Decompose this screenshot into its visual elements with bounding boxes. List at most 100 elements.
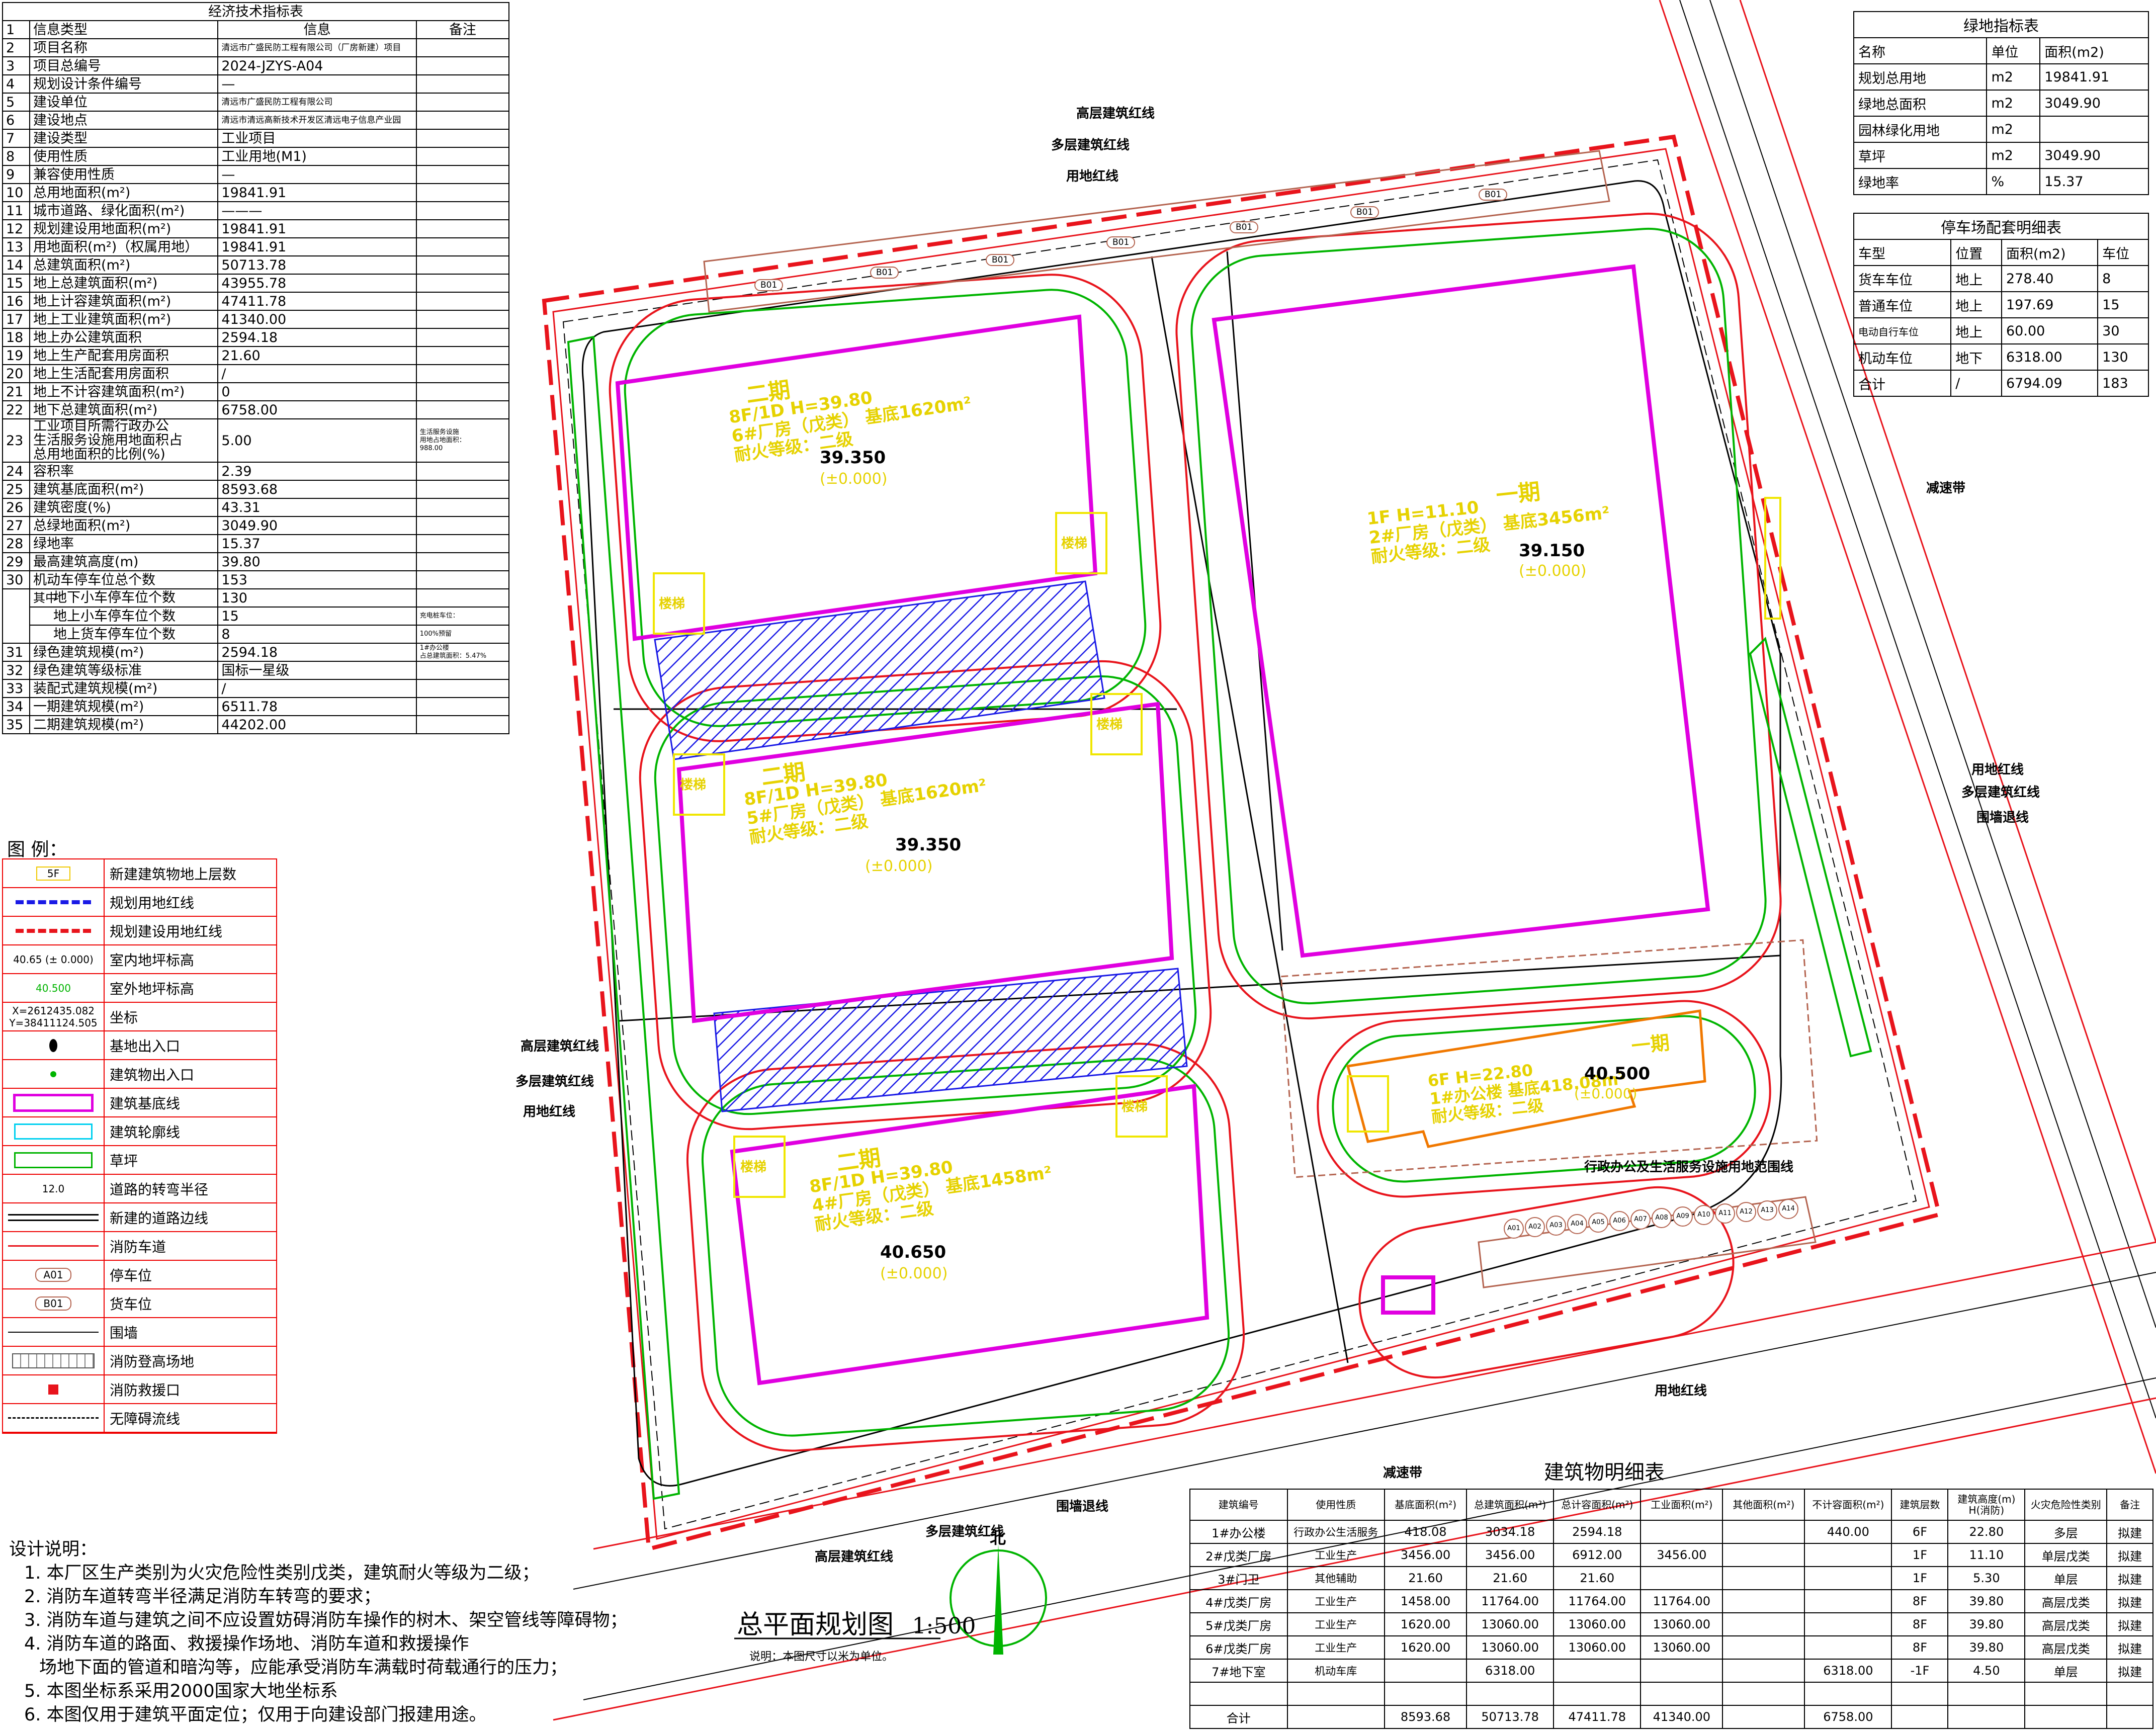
econ-note-23-line: 生活服务设施 [419, 428, 459, 436]
econ-num: 18 [2, 328, 31, 347]
buildings-cell [1286, 1682, 1386, 1706]
buildings-cell: 4#戊类厂房 [1189, 1589, 1288, 1613]
econ-value: 43.31 [217, 498, 417, 517]
car-spot: A14 [1778, 1199, 1798, 1219]
parking-cell: 183 [2097, 370, 2149, 397]
buildings-cell: 6758.00 [1804, 1705, 1892, 1729]
legend-label: 建筑基底线 [110, 1095, 181, 1112]
legend-symbol [3, 1375, 105, 1403]
legend-row: 12.0 道路的转弯半径 [3, 1175, 276, 1203]
stair-label: 楼梯 [740, 1160, 767, 1175]
legend-label: 室外地坪标高 [110, 980, 195, 997]
label-speed-bump-right: 减速带 [1926, 481, 1966, 496]
buildings-table: 建筑编号 使用性质 基底面积(m²) 总建筑面积(m²) 总计容面积(m²) 工业面积(m… [1189, 1489, 2153, 1729]
econ-value: 15.37 [217, 534, 417, 553]
econ-num: 7 [2, 129, 31, 148]
stair-label: 楼梯 [1096, 717, 1123, 732]
econ-row: 29 最高建筑高度(m) 39.80 [2, 552, 510, 571]
buildings-cell: 高层戊类 [2024, 1612, 2108, 1636]
econ-value: 国标一星级 [217, 661, 417, 680]
legend-row: 基地出入口 [3, 1031, 276, 1060]
green-row: 绿地总面积 m2 3049.90 [1853, 90, 2149, 117]
econ-label: 地上生产配套用房面积 [29, 346, 219, 365]
legend-label: 新建的道路边线 [110, 1209, 209, 1227]
buildings-row: 2#戊类厂房 工业生产 3456.00 3456.00 6912.00 3456.00 1F… [1189, 1543, 2153, 1567]
parking-cell: 8 [2097, 265, 2149, 292]
econ-label: 二期建筑规模(m²) [29, 715, 219, 734]
truck-spot: B01 [986, 254, 1015, 266]
econ-label: 总建筑面积(m²) [29, 255, 219, 275]
legend-symbol: 40.65 (± 0.000) [3, 945, 105, 973]
buildings-cell: 13060.00 [1466, 1635, 1555, 1660]
green-cell: m2 [1986, 116, 2041, 143]
fire-climb-area-1 [654, 580, 1105, 760]
econ-row: 3 项目总编号 2024-JZYS-A04 [2, 56, 510, 75]
buildings-cell: 6912.00 [1553, 1543, 1642, 1567]
buildings-cell: 3456.00 [1640, 1543, 1723, 1567]
car-spot: A03 [1546, 1216, 1566, 1236]
buildings-row: 7#地下室 机动车库 6318.00 6318.00 -1F 4.50 单层 拟建 [1189, 1659, 2153, 1683]
econ-num: 15 [2, 274, 31, 293]
buildings-cell: 合计 [1189, 1705, 1288, 1729]
econ-num: 11 [2, 201, 31, 220]
buildings-cell: 拟建 [2106, 1635, 2153, 1660]
legend-row: 规划建设用地红线 [3, 917, 276, 945]
econ-label: 总用地面积(m²) [29, 183, 219, 202]
buildings-cell: 1620.00 [1384, 1635, 1468, 1660]
legend-title: 图 例： [7, 839, 67, 860]
econ-note [415, 219, 510, 238]
label-admin-area: 行政办公及生活服务设施用地范围线 [1584, 1160, 1794, 1175]
buildings-cell: 1620.00 [1384, 1612, 1468, 1636]
econ-note [415, 346, 510, 365]
buildings-cell: 4.50 [1947, 1659, 2026, 1683]
legend-row: 建筑基底线 [3, 1089, 276, 1117]
buildings-cell: 39.80 [1947, 1612, 2026, 1636]
legend-symbol [3, 1060, 105, 1088]
parking-row: 机动车位 地下 6318.00 130 [1853, 343, 2149, 371]
legend-label: 消防登高场地 [110, 1353, 195, 1370]
econ-num: 3 [2, 56, 31, 75]
car-spot: A06 [1609, 1211, 1629, 1231]
label-high-line-bottom: 高层建筑红线 [815, 1549, 894, 1565]
econ-row: 4 规划设计条件编号 — [2, 74, 510, 94]
econ-num: 31 [2, 643, 31, 662]
parking-cell: / [1950, 370, 2002, 397]
econ-row: 12 规划建设用地面积(m²) 19841.91 [2, 219, 510, 238]
legend-label: 建筑轮廓线 [110, 1123, 181, 1141]
buildings-header: 火灾危险性类别 [2024, 1489, 2108, 1521]
car-spot: A12 [1736, 1202, 1756, 1222]
buildings-row: 6#戊类厂房 工业生产 1620.00 13060.00 13060.00 13060.0… [1189, 1635, 2153, 1660]
econ-note: 充电桩车位： [415, 607, 510, 626]
econ-row: 5 建设单位 清远市广盛民防工程有限公司 [2, 93, 510, 112]
rescue-window-icon [48, 1384, 58, 1395]
buildings-cell [1891, 1682, 1949, 1706]
econ-label: 建筑基底面积(m²) [29, 480, 219, 499]
b5-zero: (±0.000) [865, 857, 933, 875]
econ-row: 24 容积率 2.39 [2, 462, 510, 481]
parking-cell: 普通车位 [1853, 291, 1952, 318]
legend-symbol [3, 917, 105, 944]
econ-value: 8 [217, 625, 417, 644]
legend-label: 无障碍流线 [110, 1410, 181, 1427]
parking-header: 车位 [2097, 239, 2149, 266]
buildings-cell [1722, 1520, 1805, 1544]
buildings-cell [1722, 1705, 1805, 1729]
econ-value: 工业项目 [217, 129, 417, 148]
legend-row: 40.500 室外地坪标高 [3, 974, 276, 1003]
econ-note [415, 201, 510, 220]
legend-label: 坐标 [110, 1009, 138, 1026]
car-spots: A01 A02 A03 A04 A05 A06 A07 A08 A09 A10 A11 A12 A13 A… [1504, 1199, 1805, 1245]
econ-sub-group: 其中 [33, 591, 58, 605]
buildings-cell: -1F [1891, 1659, 1949, 1683]
econ-value: 50713.78 [217, 255, 417, 275]
building-entrance-icon [50, 1071, 56, 1077]
truck-spot: B01 [1350, 206, 1379, 218]
legend-symbol-text: 12.0 [42, 1182, 65, 1195]
econ-row: 6 建设地点 清远市清远高新技术开发区清远电子信息产业园 [2, 111, 510, 130]
building-4 [730, 1084, 1210, 1385]
buildings-row: 合计 8593.68 50713.78 47411.78 41340.00 6758.00 [1189, 1705, 2153, 1729]
stair-label: 楼梯 [1061, 536, 1088, 551]
buildings-cell: 高层戊类 [2024, 1635, 2108, 1660]
legend-row: 消防车道 [3, 1232, 276, 1261]
green-cell: 草坪 [1853, 142, 1988, 169]
